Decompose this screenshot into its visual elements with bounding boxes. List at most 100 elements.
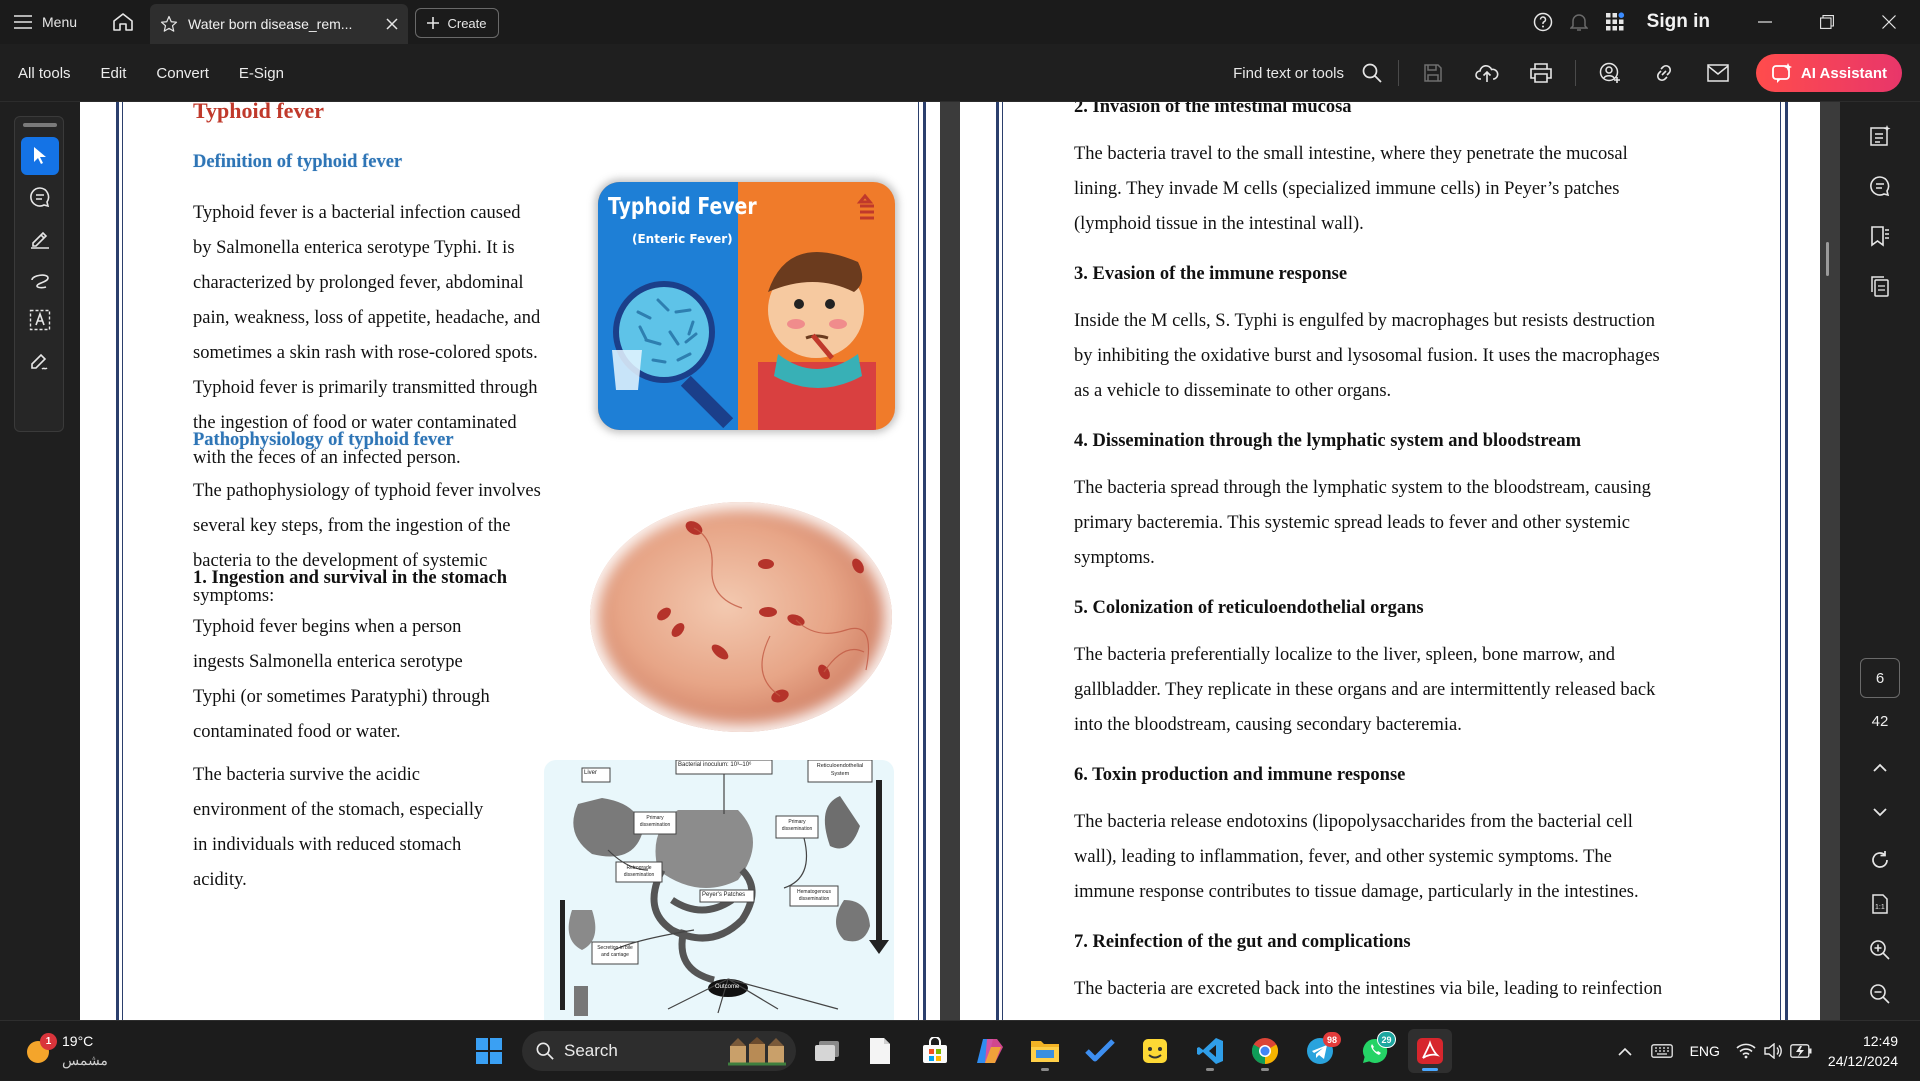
text-line: The bacteria spread through the lymphati…	[1074, 478, 1651, 498]
link-button[interactable]	[1640, 53, 1688, 93]
home-button[interactable]	[108, 8, 138, 36]
highlight-tool-button[interactable]	[21, 219, 59, 257]
sign-in-link[interactable]: Sign in	[1647, 11, 1710, 33]
cursor-icon	[34, 147, 46, 164]
vertical-scrollbar[interactable]	[1826, 242, 1829, 276]
section-heading: 4. Dissemination through the lymphatic s…	[1074, 431, 1582, 451]
menu-all-tools[interactable]: All tools	[18, 65, 71, 82]
comments-icon	[1870, 176, 1890, 197]
windows-taskbar: 1 19°C مشمس Search 98 29 ENG 12:49 24/12…	[0, 1020, 1920, 1080]
text-line: in individuals with reduced stomach	[193, 835, 462, 855]
microsoft-store-app[interactable]	[913, 1029, 957, 1073]
comment-tool-button[interactable]	[21, 178, 59, 216]
left-tool-rail	[0, 102, 80, 1020]
text-line: environment of the stomach, especially	[193, 800, 484, 820]
acrobat-app[interactable]	[1408, 1029, 1452, 1073]
refresh-icon	[1872, 851, 1888, 868]
star-icon[interactable]	[160, 15, 178, 33]
running-indicator	[1261, 1068, 1269, 1071]
search-icon	[1362, 63, 1382, 83]
telegram-badge: 98	[1323, 1032, 1341, 1047]
taskbar-search[interactable]: Search	[522, 1031, 796, 1071]
weather-widget[interactable]: 1 19°C مشمس	[24, 1029, 108, 1073]
language-indicator[interactable]: ENG	[1690, 1043, 1720, 1059]
zoom-in-button[interactable]	[1860, 930, 1900, 970]
panel-drag-handle[interactable]	[23, 123, 57, 127]
network-volume-battery[interactable]	[1734, 1021, 1814, 1081]
previous-page-button[interactable]	[1860, 748, 1900, 788]
zoom-out-button[interactable]	[1860, 974, 1900, 1014]
start-button[interactable]	[467, 1029, 511, 1073]
notifications-button[interactable]	[1561, 0, 1597, 44]
whatsapp-app[interactable]: 29	[1353, 1029, 1397, 1073]
minimize-button[interactable]	[1734, 0, 1796, 44]
copilot-app[interactable]	[968, 1029, 1012, 1073]
notepad-app[interactable]	[858, 1029, 902, 1073]
text-line: pain, weakness, loss of appetite, headac…	[193, 308, 541, 328]
comments-panel-button[interactable]	[1860, 166, 1900, 206]
definition-heading: Definition of typhoid fever	[193, 152, 403, 172]
next-page-button[interactable]	[1860, 792, 1900, 832]
draw-tool-button[interactable]	[21, 260, 59, 298]
print-button[interactable]	[1517, 53, 1565, 93]
section-heading: 3. Evasion of the immune response	[1074, 264, 1348, 284]
chrome-app[interactable]	[1243, 1029, 1287, 1073]
create-button[interactable]: Create	[415, 8, 499, 38]
save-button[interactable]	[1409, 53, 1457, 93]
generate-summary-button[interactable]	[1860, 116, 1900, 156]
share-user-button[interactable]	[1586, 53, 1634, 93]
file-explorer-app[interactable]	[1023, 1029, 1067, 1073]
show-hidden-icons-button[interactable]	[1608, 1021, 1642, 1081]
text-line: Inside the M cells, S. Typhi is engulfed…	[1074, 311, 1656, 331]
menu-label: Menu	[42, 14, 78, 30]
document-viewer[interactable]: Typhoid fever Definition of typhoid feve…	[80, 102, 1840, 1020]
text-line: gallbladder. They replicate in these org…	[1074, 680, 1656, 700]
text-box-tool-button[interactable]	[21, 301, 59, 339]
touch-keyboard-button[interactable]	[1642, 1021, 1682, 1081]
menu-button[interactable]: Menu	[14, 8, 77, 36]
battery-icon	[1790, 1044, 1812, 1058]
page-thumbnails-button[interactable]	[1860, 266, 1900, 306]
minimize-icon	[1758, 21, 1772, 23]
todo-app[interactable]	[1078, 1029, 1122, 1073]
sign-tool-button[interactable]	[21, 342, 59, 380]
menu-edit[interactable]: Edit	[101, 65, 127, 82]
document-app-icon	[870, 1038, 890, 1064]
close-tab-icon[interactable]	[386, 18, 398, 30]
titlebar-right: Sign in	[1525, 0, 1920, 44]
ai-assistant-button[interactable]: AI Assistant	[1756, 54, 1902, 92]
select-tool-button[interactable]	[21, 137, 59, 175]
apps-grid-icon	[1605, 12, 1624, 31]
chevron-up-icon	[1873, 763, 1887, 772]
kiosk-app[interactable]	[1133, 1029, 1177, 1073]
text-line: as a vehicle to disseminate to other org…	[1074, 381, 1392, 401]
telegram-app[interactable]: 98	[1298, 1029, 1342, 1073]
section-heading: 7. Reinfection of the gut and complicati…	[1074, 932, 1411, 952]
upload-button[interactable]	[1463, 53, 1511, 93]
email-button[interactable]	[1694, 53, 1742, 93]
vscode-app[interactable]	[1188, 1029, 1232, 1073]
clock[interactable]: 12:49 24/12/2024	[1828, 1031, 1898, 1071]
find-text-button[interactable]: Find text or tools	[1233, 65, 1344, 82]
current-page-input[interactable]: 6	[1860, 658, 1900, 698]
diagram-label-secretion: Secretion in bile and carriage	[597, 945, 633, 958]
clock-date: 24/12/2024	[1827, 1053, 1898, 1069]
apps-button[interactable]	[1597, 0, 1633, 44]
section-paragraph: The bacteria preferentially localize to …	[1074, 638, 1726, 743]
document-tab[interactable]: Water born disease_rem...	[150, 4, 408, 44]
signature-icon	[31, 353, 48, 370]
search-icon	[536, 1042, 554, 1060]
close-window-button[interactable]	[1858, 0, 1920, 44]
bookmarks-button[interactable]	[1860, 216, 1900, 256]
help-button[interactable]	[1525, 0, 1561, 44]
fit-page-button[interactable]: 1:1	[1860, 884, 1900, 924]
task-view-button[interactable]	[805, 1029, 849, 1073]
page-border	[1785, 102, 1788, 1020]
section-heading: 6. Toxin production and immune response	[1074, 765, 1406, 785]
restore-button[interactable]	[1796, 0, 1858, 44]
diagram-label-outcome: Outcome	[715, 984, 740, 990]
find-search-button[interactable]	[1356, 53, 1388, 93]
rotate-button[interactable]	[1860, 840, 1900, 880]
menu-e-sign[interactable]: E-Sign	[239, 65, 284, 82]
menu-convert[interactable]: Convert	[156, 65, 209, 82]
